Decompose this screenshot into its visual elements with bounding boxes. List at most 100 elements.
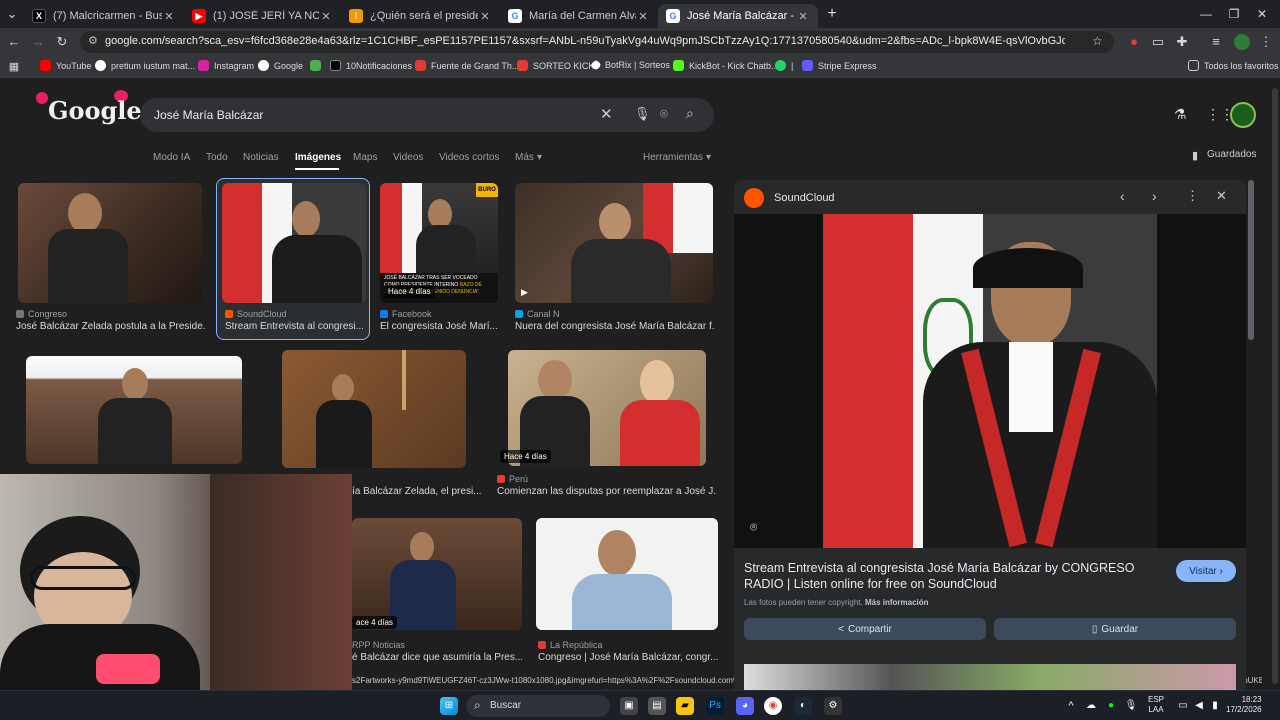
tray-app-icon[interactable]: ☁ bbox=[1082, 697, 1100, 715]
bookmark-grand-theft[interactable]: Fuente de Grand Th... bbox=[415, 60, 519, 71]
microphone-icon[interactable]: 🎙 bbox=[634, 106, 651, 122]
browser-tab[interactable]: ! ¿Quién será el presidente en re ✕ bbox=[341, 4, 500, 28]
tab-videos[interactable]: Videos bbox=[393, 152, 423, 163]
visit-button[interactable]: Visitar › bbox=[1176, 560, 1236, 582]
browser-tab[interactable]: X (7) Malcricarmen - Buscar / X ✕ bbox=[24, 4, 184, 28]
more-info-link[interactable]: Más información bbox=[865, 598, 929, 607]
tab-imagenes[interactable]: Imágenes bbox=[295, 152, 341, 163]
extension-icon[interactable]: ▭ bbox=[1150, 34, 1166, 50]
language-indicator[interactable]: ESP LAA bbox=[1148, 695, 1164, 715]
app-icon[interactable]: ▤ bbox=[648, 697, 666, 715]
bookmark-pretium[interactable]: pretium iustum mat... bbox=[95, 60, 195, 71]
tab-todo[interactable]: Todo bbox=[206, 152, 228, 163]
browser-tab[interactable]: ▶ (1) JOSÉ JERÍ YA NO ES PRESID ✕ bbox=[184, 4, 341, 28]
result-image[interactable] bbox=[352, 518, 522, 630]
result-title[interactable]: Stream Entrevista al congresi... bbox=[225, 321, 365, 332]
result-title[interactable]: El congresista José Marí... bbox=[380, 321, 498, 332]
tools-button[interactable]: Herramientas bbox=[643, 152, 703, 163]
result-title[interactable]: Congreso | José María Balcázar, congr... bbox=[538, 652, 718, 663]
back-icon[interactable]: ← bbox=[6, 34, 22, 50]
close-icon[interactable]: ✕ bbox=[319, 10, 333, 23]
saved-button[interactable]: Guardados bbox=[1207, 149, 1256, 160]
minimize-button[interactable]: — bbox=[1196, 6, 1216, 22]
site-info-icon[interactable]: ⚙ bbox=[88, 34, 98, 47]
result-image[interactable]: ▶ bbox=[515, 183, 713, 303]
photoshop-icon[interactable]: Ps bbox=[706, 697, 724, 715]
bookmark-google[interactable]: Google bbox=[258, 60, 303, 71]
result-title[interactable]: ía Balcázar Zelada, el presi... bbox=[352, 486, 482, 497]
bookmark-10notificaciones[interactable]: 10Notificaciones bbox=[330, 60, 412, 71]
task-view-icon[interactable]: ▣ bbox=[620, 697, 638, 715]
clock[interactable]: 18:23 17/2/2026 bbox=[1226, 695, 1262, 715]
lens-search-icon[interactable]: ⌾ bbox=[750, 520, 757, 535]
tray-mic-icon[interactable]: 🎙 bbox=[1122, 697, 1140, 715]
chrome-icon[interactable]: ◉ bbox=[764, 697, 782, 715]
account-avatar[interactable] bbox=[1230, 102, 1256, 128]
bookmark-kickbot[interactable]: KickBot - Kick Chatb... bbox=[673, 60, 779, 71]
result-image[interactable] bbox=[18, 183, 202, 303]
result-title[interactable]: é Balcázar dice que asumiría la Pres... bbox=[352, 652, 522, 663]
tray-app-icon[interactable]: ● bbox=[1102, 697, 1120, 715]
app-icon[interactable]: ⚙ bbox=[824, 697, 842, 715]
lens-icon[interactable]: ⌾ bbox=[660, 106, 668, 122]
search-box[interactable]: José María Balcázar ✕ 🎙 ⌾ ⌕ bbox=[140, 98, 714, 132]
steam-icon[interactable]: ◐ bbox=[794, 697, 812, 715]
result-image[interactable] bbox=[536, 518, 718, 630]
close-icon[interactable]: ✕ bbox=[636, 10, 650, 23]
result-title[interactable]: Comienzan las disputas por reemplazar a … bbox=[497, 486, 717, 497]
new-tab-button[interactable]: + bbox=[822, 6, 842, 22]
page-scrollbar[interactable] bbox=[1272, 88, 1278, 684]
extension-record-icon[interactable]: ● bbox=[1126, 34, 1142, 50]
preview-image[interactable]: ⌾ bbox=[734, 214, 1246, 548]
tab-noticias[interactable]: Noticias bbox=[243, 152, 279, 163]
result-image[interactable] bbox=[508, 350, 706, 466]
forward-icon[interactable]: → bbox=[30, 34, 46, 50]
tab-videos-cortos[interactable]: Videos cortos bbox=[439, 152, 499, 163]
reading-list-icon[interactable]: ≡ bbox=[1208, 34, 1224, 50]
start-button[interactable]: ⊞ bbox=[440, 697, 458, 715]
panel-site-name[interactable]: SoundCloud bbox=[774, 192, 835, 204]
close-icon[interactable]: ✕ bbox=[796, 10, 810, 23]
result-image[interactable] bbox=[222, 183, 366, 303]
browser-tab[interactable]: G María del Carmen Alva Prieto - ✕ bbox=[500, 4, 658, 28]
all-bookmarks[interactable]: Todos los favoritos bbox=[1188, 60, 1279, 71]
battery-icon[interactable]: ▮ bbox=[1206, 697, 1224, 715]
bookmark-sorteo-kick[interactable]: SORTEO KICK bbox=[517, 60, 594, 71]
close-icon[interactable]: ✕ bbox=[162, 10, 176, 23]
bookmark-instagram[interactable]: Instagram bbox=[198, 60, 254, 71]
save-button[interactable]: ▯ Guardar bbox=[994, 618, 1236, 640]
panel-scrollbar[interactable] bbox=[1248, 180, 1254, 340]
bookmark-botrix[interactable]: BotRix | Sorteos bbox=[590, 59, 670, 71]
labs-flask-icon[interactable]: ⚗ bbox=[1174, 106, 1187, 123]
tab-search-icon[interactable]: ⌄ bbox=[4, 6, 20, 22]
close-icon[interactable]: ✕ bbox=[1216, 188, 1227, 204]
related-images-strip[interactable] bbox=[744, 664, 1236, 690]
share-button[interactable]: < Compartir bbox=[744, 618, 986, 640]
menu-kebab-icon[interactable]: ⋮ bbox=[1258, 34, 1274, 50]
bookmark-star-icon[interactable]: ☆ bbox=[1092, 34, 1103, 48]
tray-overflow-icon[interactable]: ^ bbox=[1062, 697, 1080, 715]
bookmark-stripe[interactable]: Stripe Express bbox=[802, 60, 877, 71]
url-text[interactable]: google.com/search?sca_esv=f6fcd368e28e4a… bbox=[105, 35, 1065, 47]
more-options-icon[interactable]: ⋮ bbox=[1186, 188, 1199, 204]
result-title[interactable]: Nuera del congresista José María Balcáza… bbox=[515, 321, 715, 332]
search-input[interactable]: José María Balcázar bbox=[154, 108, 263, 122]
reload-icon[interactable]: ↻ bbox=[54, 34, 70, 50]
tab-mas[interactable]: Más bbox=[515, 152, 534, 163]
bookmark-extension[interactable] bbox=[310, 60, 326, 71]
chevron-left-icon[interactable]: ‹ bbox=[1120, 188, 1125, 204]
address-bar[interactable]: ⚙ google.com/search?sca_esv=f6fcd368e28e… bbox=[80, 31, 1114, 53]
bookmark-whatsapp[interactable]: | bbox=[775, 60, 793, 71]
bookmark-youtube[interactable]: YouTube bbox=[40, 60, 91, 71]
result-title[interactable]: José Balcázar Zelada postula a la Presid… bbox=[16, 321, 206, 332]
tab-modo-ia[interactable]: Modo IA bbox=[153, 152, 190, 163]
file-explorer-icon[interactable]: ▰ bbox=[676, 697, 694, 715]
panel-title[interactable]: Stream Entrevista al congresista José Ma… bbox=[744, 560, 1164, 592]
extensions-puzzle-icon[interactable]: ✚ bbox=[1174, 34, 1190, 50]
result-image[interactable] bbox=[282, 350, 466, 468]
taskbar-search[interactable]: ⌕ Buscar bbox=[466, 695, 610, 717]
profile-avatar[interactable] bbox=[1234, 34, 1250, 50]
clear-icon[interactable]: ✕ bbox=[600, 105, 613, 123]
result-image[interactable] bbox=[26, 356, 242, 464]
discord-icon[interactable]: ◕ bbox=[736, 697, 754, 715]
